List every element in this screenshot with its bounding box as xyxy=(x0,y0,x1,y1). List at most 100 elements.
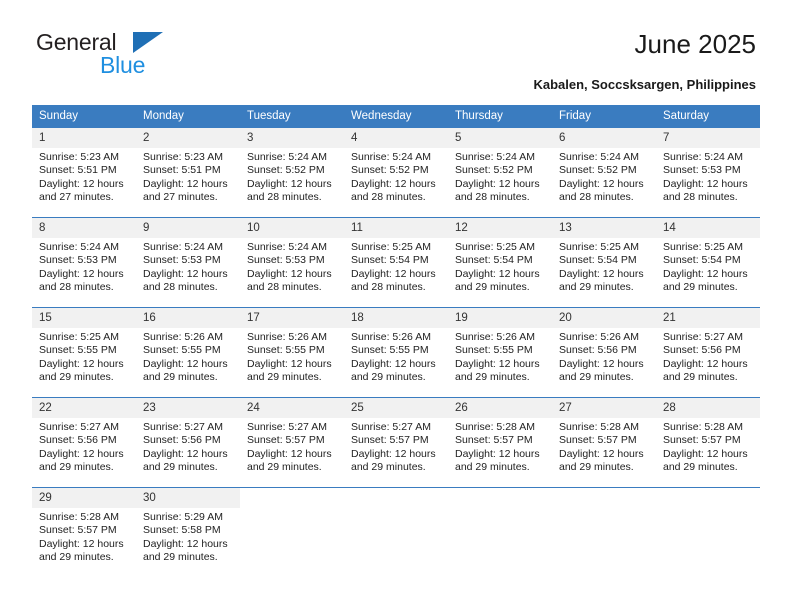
daylight-text-line1: Daylight: 12 hours xyxy=(143,357,228,370)
calendar-day-cell[interactable]: 1 Sunrise: 5:23 AM Sunset: 5:51 PM Daylight… xyxy=(32,127,136,218)
calendar-day-cell[interactable]: 8 Sunrise: 5:24 AM Sunset: 5:53 PM Daylight… xyxy=(32,217,136,308)
daylight-text-line1: Daylight: 12 hours xyxy=(39,447,124,460)
calendar-week-row: 15 Sunrise: 5:25 AM Sunset: 5:55 PM Dayligh… xyxy=(32,307,760,398)
day-cell-inner: 19 Sunrise: 5:26 AM Sunset: 5:55 PM Dayligh… xyxy=(448,308,552,397)
daylight-text-line1: Daylight: 12 hours xyxy=(663,177,748,190)
day-cell-inner xyxy=(240,488,344,578)
calendar-day-cell[interactable]: 18 Sunrise: 5:26 AM Sunset: 5:55 PM Dayligh… xyxy=(344,307,448,398)
calendar-day-cell[interactable]: 15 Sunrise: 5:25 AM Sunset: 5:55 PM Dayligh… xyxy=(32,307,136,398)
calendar-day-cell[interactable]: 19 Sunrise: 5:26 AM Sunset: 5:55 PM Dayligh… xyxy=(448,307,552,398)
day-sun-info: Sunrise: 5:27 AM Sunset: 5:57 PM Daylight:… xyxy=(344,418,448,475)
logo-text-blue: Blue xyxy=(100,52,146,78)
weekday-header-wednesday: Wednesday xyxy=(344,105,448,128)
sunset-text: Sunset: 5:52 PM xyxy=(455,164,533,177)
day-cell-inner xyxy=(552,488,656,578)
calendar-day-cell[interactable]: 22 Sunrise: 5:27 AM Sunset: 5:56 PM Dayligh… xyxy=(32,397,136,488)
day-number: 16 xyxy=(136,308,240,328)
daylight-text-line1: Daylight: 12 hours xyxy=(247,357,332,370)
sunset-text: Sunset: 5:53 PM xyxy=(39,254,117,267)
calendar-day-cell[interactable]: 2 Sunrise: 5:23 AM Sunset: 5:51 PM Daylight… xyxy=(136,127,240,218)
sunrise-text: Sunrise: 5:28 AM xyxy=(559,421,639,433)
calendar-day-cell[interactable]: 20 Sunrise: 5:26 AM Sunset: 5:56 PM Dayligh… xyxy=(552,307,656,398)
day-sun-info: Sunrise: 5:26 AM Sunset: 5:55 PM Daylight:… xyxy=(344,328,448,385)
sunset-text: Sunset: 5:58 PM xyxy=(143,524,221,537)
sunset-text: Sunset: 5:56 PM xyxy=(663,344,741,357)
calendar-day-cell[interactable]: 24 Sunrise: 5:27 AM Sunset: 5:57 PM Dayligh… xyxy=(240,397,344,488)
calendar-day-cell[interactable]: 5 Sunrise: 5:24 AM Sunset: 5:52 PM Daylight… xyxy=(448,127,552,218)
calendar-day-cell[interactable]: 9 Sunrise: 5:24 AM Sunset: 5:53 PM Daylight… xyxy=(136,217,240,308)
triangle-icon xyxy=(133,32,163,53)
sunrise-text: Sunrise: 5:28 AM xyxy=(663,421,743,433)
sunset-text: Sunset: 5:54 PM xyxy=(559,254,637,267)
daylight-text-line2: and 28 minutes. xyxy=(663,191,738,204)
calendar-day-cell[interactable]: 30 Sunrise: 5:29 AM Sunset: 5:58 PM Dayligh… xyxy=(136,487,240,578)
sunset-text: Sunset: 5:57 PM xyxy=(455,434,533,447)
day-number: 21 xyxy=(656,308,760,328)
sunset-text: Sunset: 5:54 PM xyxy=(663,254,741,267)
calendar-day-cell[interactable]: 25 Sunrise: 5:27 AM Sunset: 5:57 PM Dayligh… xyxy=(344,397,448,488)
daylight-text-line1: Daylight: 12 hours xyxy=(143,177,228,190)
daylight-text-line1: Daylight: 12 hours xyxy=(39,357,124,370)
calendar-day-cell[interactable]: 13 Sunrise: 5:25 AM Sunset: 5:54 PM Dayligh… xyxy=(552,217,656,308)
daylight-text-line2: and 28 minutes. xyxy=(559,191,634,204)
day-number: 13 xyxy=(552,218,656,238)
calendar-day-cell[interactable]: 23 Sunrise: 5:27 AM Sunset: 5:56 PM Dayligh… xyxy=(136,397,240,488)
daylight-text-line1: Daylight: 12 hours xyxy=(455,177,540,190)
calendar-day-cell[interactable]: 28 Sunrise: 5:28 AM Sunset: 5:57 PM Dayligh… xyxy=(656,397,760,488)
sunrise-text: Sunrise: 5:25 AM xyxy=(39,331,119,343)
calendar-day-cell[interactable]: 29 Sunrise: 5:28 AM Sunset: 5:57 PM Dayligh… xyxy=(32,487,136,578)
sunset-text: Sunset: 5:52 PM xyxy=(559,164,637,177)
day-number: 7 xyxy=(656,128,760,148)
calendar-day-cell[interactable]: 4 Sunrise: 5:24 AM Sunset: 5:52 PM Daylight… xyxy=(344,127,448,218)
calendar-day-cell[interactable]: 26 Sunrise: 5:28 AM Sunset: 5:57 PM Dayligh… xyxy=(448,397,552,488)
day-number: 5 xyxy=(448,128,552,148)
day-number: 23 xyxy=(136,398,240,418)
day-sun-info xyxy=(552,508,656,511)
day-number xyxy=(656,488,760,508)
day-sun-info: Sunrise: 5:24 AM Sunset: 5:52 PM Daylight:… xyxy=(552,148,656,205)
calendar-grid: Sunday Monday Tuesday Wednesday Thursday… xyxy=(32,105,760,578)
daylight-text-line2: and 29 minutes. xyxy=(247,461,322,474)
calendar-day-cell[interactable]: 14 Sunrise: 5:25 AM Sunset: 5:54 PM Dayligh… xyxy=(656,217,760,308)
calendar-day-cell[interactable]: 3 Sunrise: 5:24 AM Sunset: 5:52 PM Daylight… xyxy=(240,127,344,218)
sunrise-text: Sunrise: 5:24 AM xyxy=(247,241,327,253)
calendar-day-cell[interactable]: 7 Sunrise: 5:24 AM Sunset: 5:53 PM Daylight… xyxy=(656,127,760,218)
calendar-empty-cell xyxy=(656,487,760,578)
calendar-day-cell[interactable]: 11 Sunrise: 5:25 AM Sunset: 5:54 PM Dayligh… xyxy=(344,217,448,308)
daylight-text-line2: and 29 minutes. xyxy=(455,371,530,384)
calendar-day-cell[interactable]: 12 Sunrise: 5:25 AM Sunset: 5:54 PM Dayligh… xyxy=(448,217,552,308)
day-cell-inner: 5 Sunrise: 5:24 AM Sunset: 5:52 PM Daylight… xyxy=(448,128,552,217)
calendar-day-cell[interactable]: 10 Sunrise: 5:24 AM Sunset: 5:53 PM Dayligh… xyxy=(240,217,344,308)
sunset-text: Sunset: 5:55 PM xyxy=(247,344,325,357)
day-sun-info: Sunrise: 5:23 AM Sunset: 5:51 PM Daylight:… xyxy=(136,148,240,205)
day-cell-inner xyxy=(656,488,760,578)
calendar-day-cell[interactable]: 27 Sunrise: 5:28 AM Sunset: 5:57 PM Dayligh… xyxy=(552,397,656,488)
weekday-header-thursday: Thursday xyxy=(448,105,552,128)
day-number: 29 xyxy=(32,488,136,508)
day-number: 25 xyxy=(344,398,448,418)
day-sun-info: Sunrise: 5:28 AM Sunset: 5:57 PM Daylight:… xyxy=(448,418,552,475)
daylight-text-line2: and 27 minutes. xyxy=(143,191,218,204)
sunset-text: Sunset: 5:57 PM xyxy=(351,434,429,447)
sunrise-text: Sunrise: 5:29 AM xyxy=(143,511,223,523)
calendar-body: 1 Sunrise: 5:23 AM Sunset: 5:51 PM Daylight… xyxy=(32,127,760,578)
calendar-day-cell[interactable]: 21 Sunrise: 5:27 AM Sunset: 5:56 PM Dayligh… xyxy=(656,307,760,398)
day-cell-inner: 25 Sunrise: 5:27 AM Sunset: 5:57 PM Dayligh… xyxy=(344,398,448,487)
sunset-text: Sunset: 5:54 PM xyxy=(351,254,429,267)
day-number: 14 xyxy=(656,218,760,238)
daylight-text-line2: and 29 minutes. xyxy=(559,461,634,474)
sunrise-text: Sunrise: 5:26 AM xyxy=(351,331,431,343)
day-number: 18 xyxy=(344,308,448,328)
day-number: 12 xyxy=(448,218,552,238)
daylight-text-line1: Daylight: 12 hours xyxy=(247,267,332,280)
calendar-day-cell[interactable]: 17 Sunrise: 5:26 AM Sunset: 5:55 PM Dayligh… xyxy=(240,307,344,398)
calendar-day-cell[interactable]: 6 Sunrise: 5:24 AM Sunset: 5:52 PM Daylight… xyxy=(552,127,656,218)
day-sun-info: Sunrise: 5:26 AM Sunset: 5:55 PM Daylight:… xyxy=(240,328,344,385)
daylight-text-line2: and 27 minutes. xyxy=(39,191,114,204)
calendar-page: General Blue June 2025 Kabalen, Soccsksa… xyxy=(0,0,792,612)
day-cell-inner: 13 Sunrise: 5:25 AM Sunset: 5:54 PM Dayligh… xyxy=(552,218,656,307)
calendar-day-cell[interactable]: 16 Sunrise: 5:26 AM Sunset: 5:55 PM Dayligh… xyxy=(136,307,240,398)
day-number: 15 xyxy=(32,308,136,328)
day-number: 3 xyxy=(240,128,344,148)
daylight-text-line2: and 28 minutes. xyxy=(247,191,322,204)
